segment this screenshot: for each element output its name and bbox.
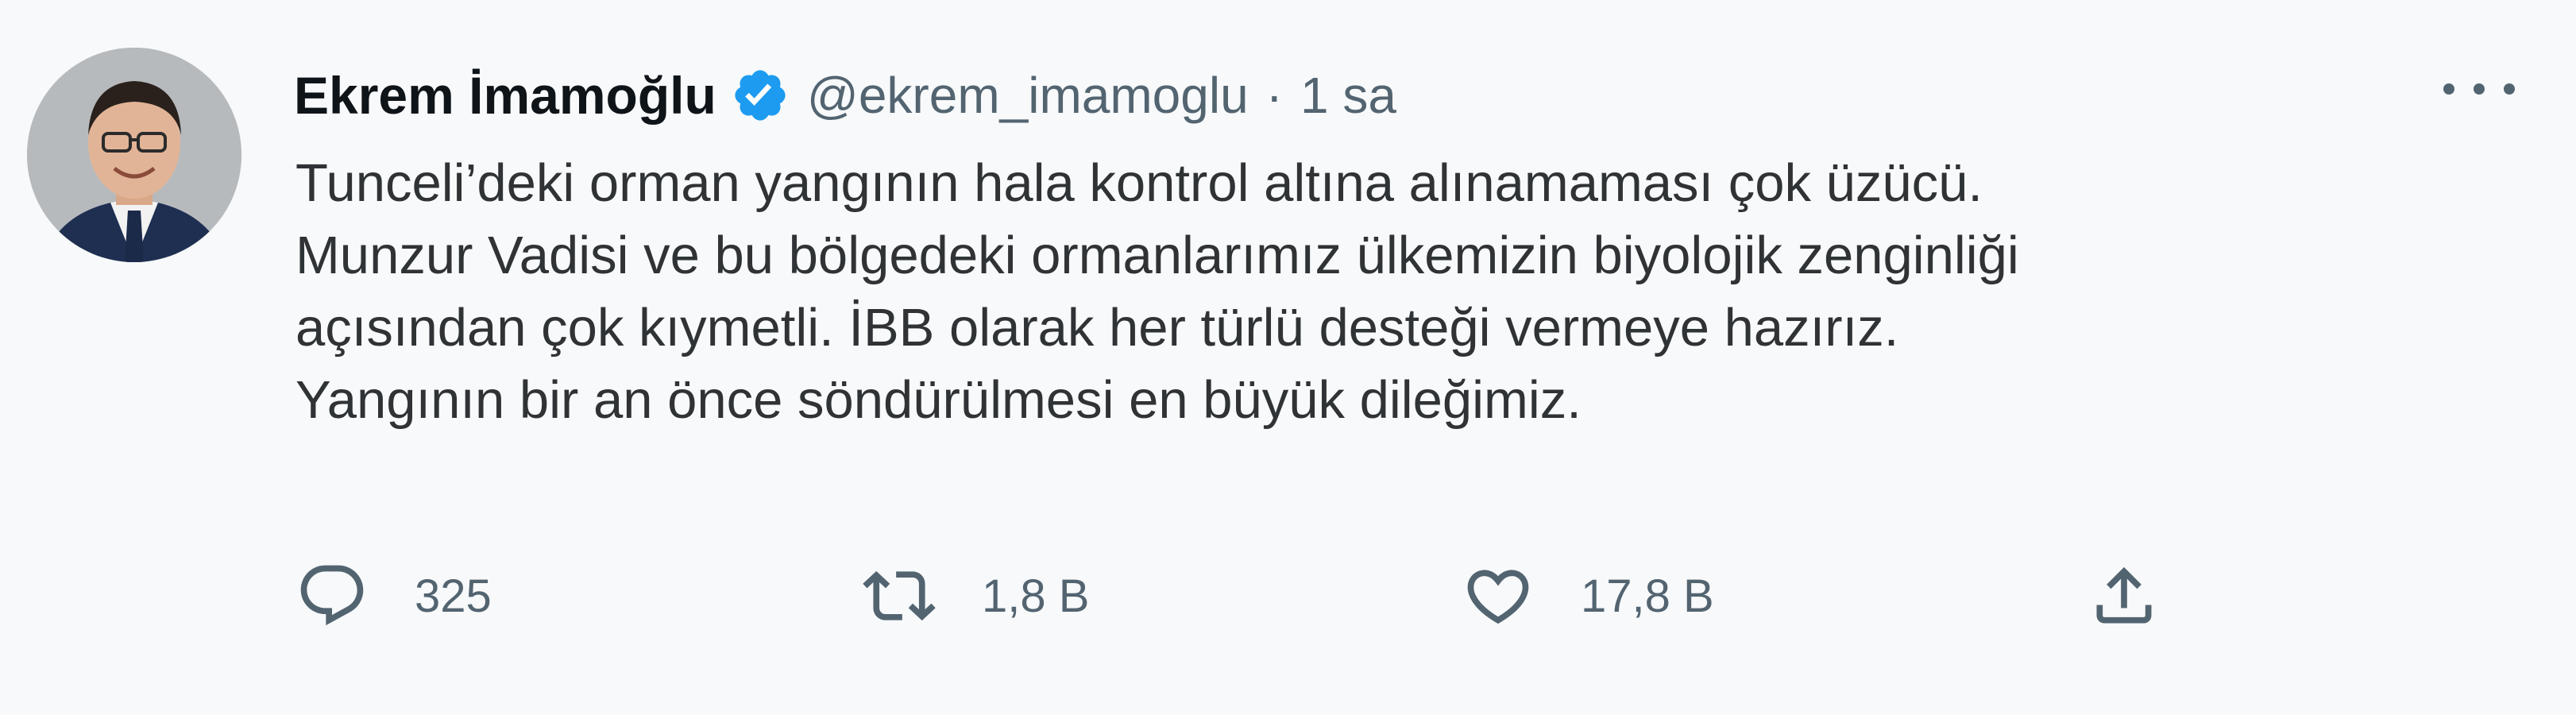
profile-photo	[27, 48, 241, 262]
heart-icon	[1462, 559, 1535, 632]
tweet-card[interactable]: Ekrem İmamoğlu @ekrem_imamoglu · 1 sa Tu…	[0, 0, 2576, 715]
tweet-header: Ekrem İmamoğlu @ekrem_imamoglu · 1 sa	[294, 56, 1396, 135]
reply-count: 325	[415, 570, 492, 622]
more-dot	[2474, 83, 2485, 95]
retweet-count: 1,8 B	[982, 570, 1090, 622]
tweet-text: Tunceli’deki orman yangının hala kontrol…	[295, 147, 2504, 436]
share-icon	[2087, 559, 2161, 632]
tweet-text-line: Tunceli’deki orman yangının hala kontrol…	[295, 153, 1983, 213]
more-options-icon[interactable]	[2443, 72, 2515, 106]
tweet-actions-bar: 325 1,8 B 17,8 B	[0, 548, 2576, 644]
reply-icon	[295, 559, 369, 632]
more-dot	[2443, 83, 2454, 95]
avatar[interactable]	[27, 48, 241, 262]
tweet-text-line: Yangının bir an önce söndürülmesi en büy…	[295, 370, 1582, 430]
display-name[interactable]: Ekrem İmamoğlu	[294, 65, 716, 126]
like-count: 17,8 B	[1581, 570, 1714, 622]
reply-button[interactable]: 325	[295, 548, 492, 644]
retweet-icon	[863, 559, 936, 632]
tweet-text-line: açısından çok kıymetli. İBB olarak her t…	[295, 298, 1899, 358]
timestamp[interactable]: 1 sa	[1300, 66, 1396, 125]
retweet-button[interactable]: 1,8 B	[863, 548, 1089, 644]
separator-dot: ·	[1265, 67, 1283, 124]
user-handle[interactable]: @ekrem_imamoglu	[807, 66, 1249, 125]
like-button[interactable]: 17,8 B	[1462, 548, 1714, 644]
tweet-text-line: Munzur Vadisi ve bu bölgedeki ormanlarım…	[295, 226, 2019, 285]
verified-badge-icon	[731, 66, 790, 125]
more-dot	[2504, 83, 2515, 95]
share-button[interactable]	[2087, 548, 2161, 644]
